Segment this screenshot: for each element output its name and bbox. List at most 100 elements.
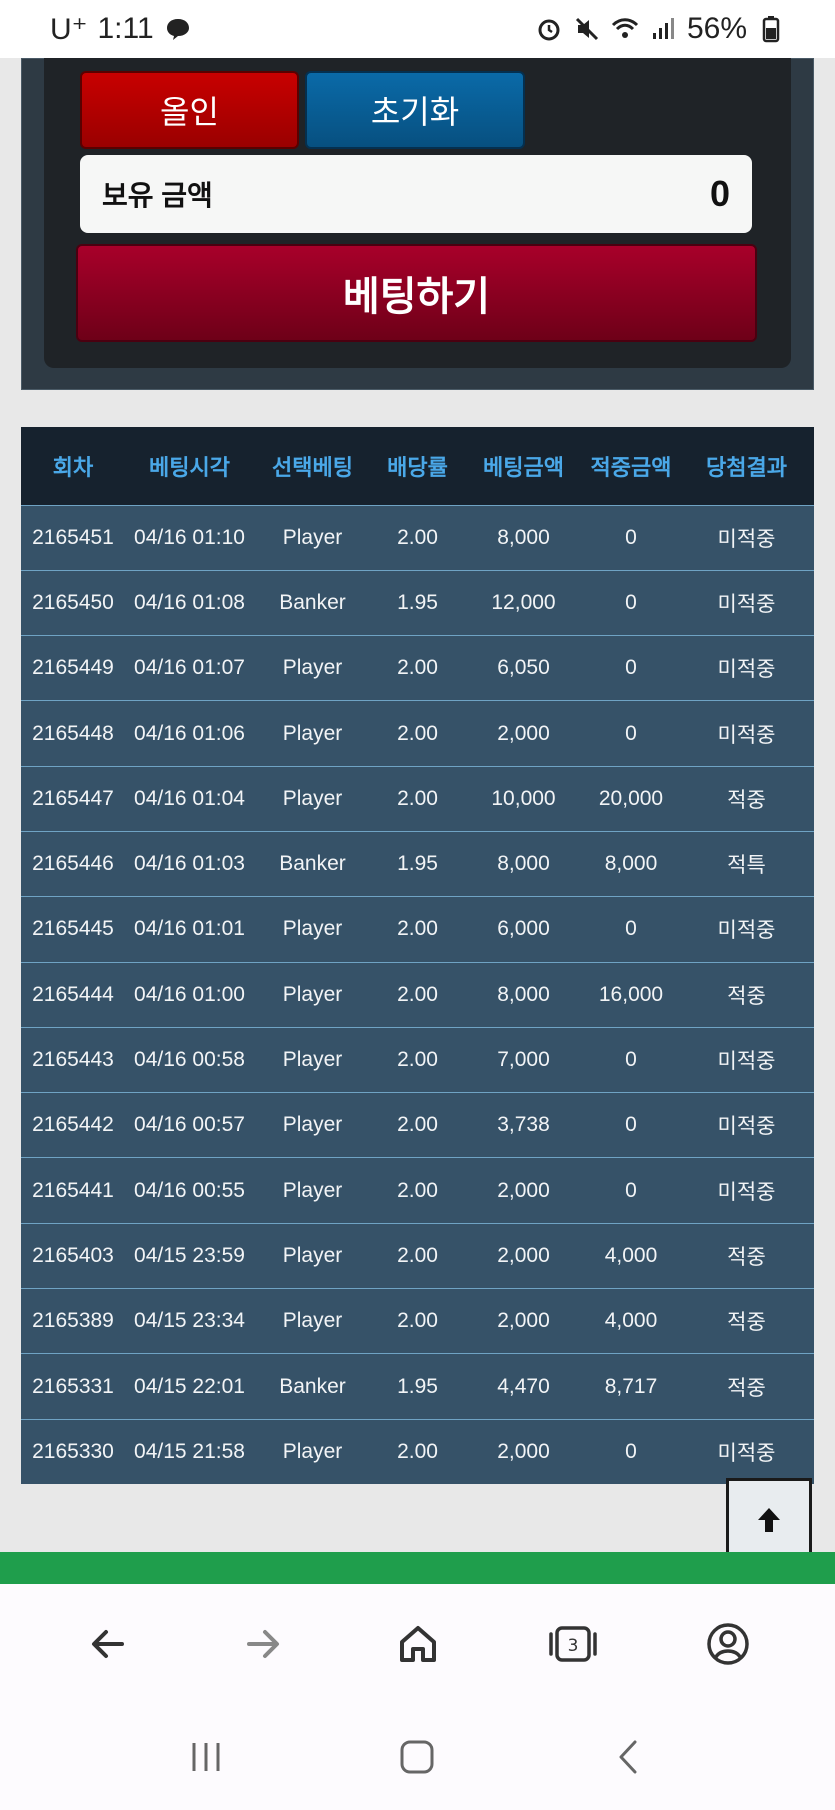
selection-cell: Player: [282, 721, 343, 745]
result-cell: 적중: [727, 1311, 766, 1335]
odds-cell: 2.00: [397, 1178, 438, 1202]
win-amount-cell: 0: [625, 525, 637, 549]
battery-percent: 56%: [686, 12, 747, 45]
allin-button[interactable]: 올인: [80, 71, 299, 149]
forward-arrow-icon[interactable]: [223, 1604, 303, 1684]
bet-time-cell: 04/16 01:04: [134, 786, 245, 810]
place-bet-button[interactable]: 베팅하기: [76, 244, 757, 342]
tab-count: 3: [567, 1636, 578, 1656]
selection-cell: Player: [282, 1048, 343, 1072]
win-amount-cell: 8,717: [604, 1374, 658, 1398]
round-cell: 2165451: [32, 525, 114, 549]
bet-amount-cell: 2,000: [497, 1309, 550, 1333]
odds-cell: 2.00: [397, 525, 438, 549]
signal-icon: [649, 15, 677, 43]
bet-time-cell: 04/16 01:06: [134, 721, 245, 745]
bet-time-cell: 04/16 00:57: [134, 1113, 245, 1137]
selection-cell: Banker: [279, 852, 346, 876]
win-amount-cell: 0: [625, 917, 637, 941]
header-result: 당첨결과: [706, 454, 787, 480]
bet-amount-cell: 6,050: [497, 656, 550, 680]
selection-cell: Player: [282, 982, 343, 1006]
table-row: 2165445 04/16 01:01 Player 2.00 6,000 0 미적중: [21, 896, 814, 963]
bet-amount-cell: 8,000: [497, 852, 550, 876]
result-cell: 적중: [727, 1376, 766, 1400]
carrier-label: U⁺: [50, 12, 88, 46]
odds-cell: 2.00: [397, 1309, 438, 1333]
bet-amount-cell: 8,000: [497, 982, 550, 1006]
odds-cell: 2.00: [397, 786, 438, 810]
odds-cell: 2.00: [397, 721, 438, 745]
header-selection: 선택베팅: [272, 454, 353, 480]
back-button-icon[interactable]: [589, 1717, 669, 1797]
table-row: 2165403 04/15 23:59 Player 2.00 2,000 4,000 적중: [21, 1223, 814, 1289]
odds-cell: 1.95: [397, 590, 438, 614]
bet-time-cell: 04/16 01:01: [134, 917, 245, 941]
bet-amount-cell: 2,000: [497, 1440, 550, 1464]
header-odds: 배당률: [387, 454, 448, 480]
result-cell: 미적중: [717, 1180, 776, 1204]
win-amount-cell: 0: [625, 656, 637, 680]
round-cell: 2165444: [32, 982, 114, 1006]
bet-time-cell: 04/15 21:58: [134, 1440, 245, 1464]
back-arrow-icon[interactable]: [68, 1604, 148, 1684]
selection-cell: Player: [282, 525, 343, 549]
alarm-icon: [535, 15, 563, 43]
selection-cell: Player: [282, 656, 343, 680]
scroll-to-top-button[interactable]: [726, 1478, 812, 1562]
table-row: 2165446 04/16 01:03 Banker 1.95 8,000 8,000 적특: [21, 831, 814, 897]
status-bar: U⁺ 1:11 56%: [0, 0, 835, 58]
recent-apps-icon[interactable]: [166, 1717, 246, 1797]
arrow-up-icon: [758, 1508, 780, 1532]
bet-history-table: 회차 베팅시각 선택베팅 배당률 베팅금액 적중금액 당첨결과 2165451 0…: [21, 427, 814, 1485]
selection-cell: Player: [282, 1440, 343, 1464]
selection-cell: Player: [282, 1178, 343, 1202]
round-cell: 2165442: [32, 1113, 114, 1137]
odds-cell: 2.00: [397, 1440, 438, 1464]
table-row: 2165442 04/16 00:57 Player 2.00 3,738 0 미적중: [21, 1092, 814, 1158]
round-cell: 2165447: [32, 786, 114, 810]
selection-cell: Player: [282, 1309, 343, 1333]
bet-amount-cell: 2,000: [497, 721, 550, 745]
messenger-icon: [164, 15, 192, 43]
win-amount-cell: 16,000: [598, 982, 664, 1006]
header-bet-amount: 베팅금액: [483, 454, 564, 480]
result-cell: 미적중: [717, 723, 776, 747]
selection-cell: Player: [282, 786, 343, 810]
bet-amount-cell: 10,000: [491, 786, 556, 810]
bet-time-cell: 04/15 23:59: [134, 1243, 245, 1267]
home-icon[interactable]: [378, 1604, 458, 1684]
table-row: 2165451 04/16 01:10 Player 2.00 8,000 0 미적중: [21, 505, 814, 571]
table-row: 2165444 04/16 01:00 Player 2.00 8,000 16,000 적…: [21, 962, 814, 1028]
odds-cell: 2.00: [397, 1048, 438, 1072]
result-cell: 미적중: [717, 1115, 776, 1139]
result-cell: 적중: [727, 1245, 766, 1269]
round-cell: 2165389: [32, 1309, 114, 1333]
win-amount-cell: 0: [625, 590, 637, 614]
table-row: 2165447 04/16 01:04 Player 2.00 10,000 20,000…: [21, 766, 814, 832]
table-row: 2165449 04/16 01:07 Player 2.00 6,050 0 미적중: [21, 635, 814, 701]
odds-cell: 1.95: [397, 1374, 438, 1398]
win-amount-cell: 0: [625, 1048, 637, 1072]
win-amount-cell: 0: [625, 1178, 637, 1202]
page-footer-bar: [0, 1552, 835, 1584]
account-icon[interactable]: [688, 1604, 768, 1684]
table-row: 2165450 04/16 01:08 Banker 1.95 12,000 0 미적중: [21, 570, 814, 636]
balance-label: 보유 금액: [102, 180, 213, 211]
reset-button[interactable]: 초기화: [305, 71, 525, 149]
result-cell: 미적중: [717, 919, 776, 943]
bet-amount-cell: 12,000: [491, 590, 556, 614]
battery-icon: [757, 15, 785, 43]
bet-amount-cell: 2,000: [497, 1178, 550, 1202]
header-round: 회차: [52, 454, 94, 480]
home-button-icon[interactable]: [377, 1717, 457, 1797]
bet-amount-cell: 6,000: [497, 917, 550, 941]
round-cell: 2165449: [32, 656, 114, 680]
wifi-icon: [611, 15, 639, 43]
tabs-icon[interactable]: 3: [533, 1604, 613, 1684]
bet-time-cell: 04/16 01:07: [134, 656, 245, 680]
odds-cell: 1.95: [397, 852, 438, 876]
result-cell: 미적중: [717, 527, 776, 551]
result-cell: 미적중: [717, 1050, 776, 1074]
table-row: 2165331 04/15 22:01 Banker 1.95 4,470 8,717 적중: [21, 1353, 814, 1420]
